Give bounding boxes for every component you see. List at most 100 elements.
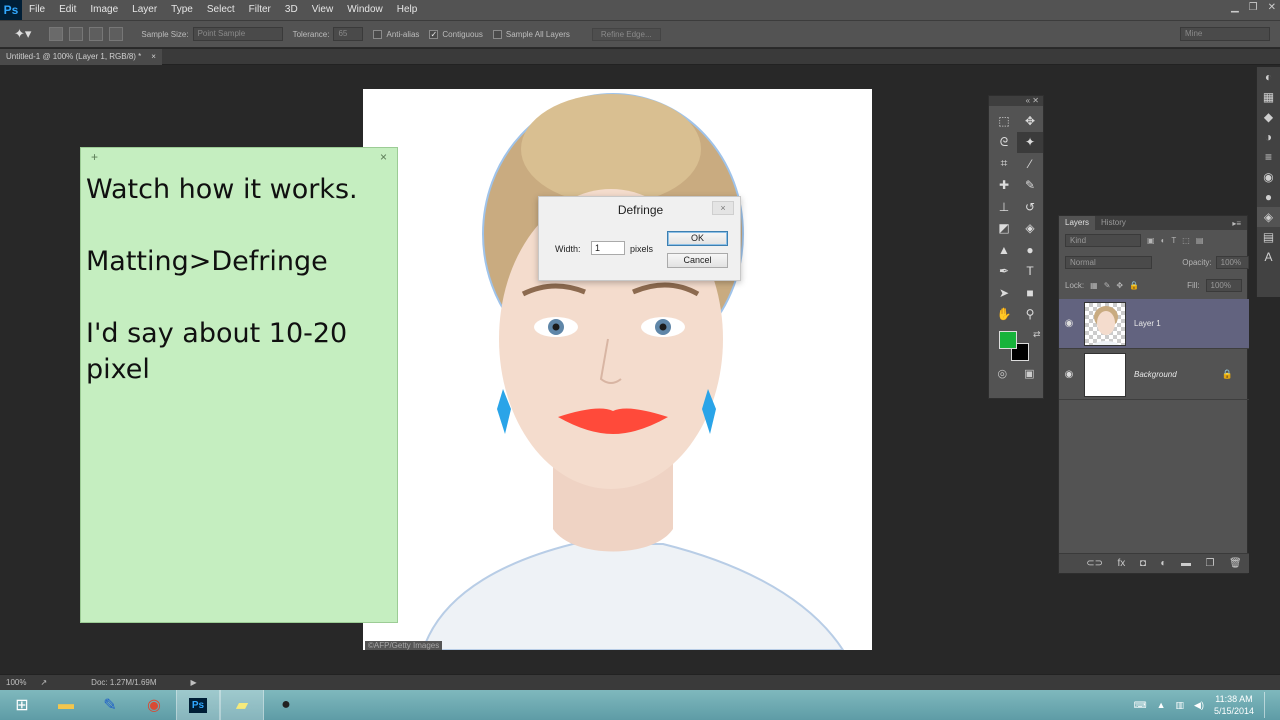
menu-edit[interactable]: Edit bbox=[52, 0, 83, 20]
photoshop-taskbar-icon[interactable]: Ps bbox=[176, 690, 220, 720]
filter-shape-icon[interactable]: ⬚ bbox=[1182, 236, 1190, 245]
obs-icon[interactable]: ● bbox=[264, 690, 308, 720]
brush-tool-icon[interactable]: ✎ bbox=[1017, 175, 1043, 197]
lock-image-icon[interactable]: ✎ bbox=[1104, 281, 1111, 290]
zoom-tool-icon[interactable]: ⚲ bbox=[1017, 304, 1043, 326]
tab-layers[interactable]: Layers bbox=[1059, 216, 1096, 230]
filter-pixel-icon[interactable]: ▣ bbox=[1147, 236, 1155, 245]
export-icon[interactable]: ↗ bbox=[40, 678, 47, 687]
image-canvas[interactable]: ©AFP/Getty Images bbox=[363, 89, 872, 650]
cancel-button[interactable]: Cancel bbox=[667, 253, 728, 268]
refine-edge-button[interactable]: Refine Edge... bbox=[591, 27, 661, 41]
layer-name[interactable]: Background bbox=[1134, 370, 1177, 379]
link-layers-icon[interactable]: ⊂⊃ bbox=[1086, 558, 1103, 569]
add-mask-icon[interactable]: ◘ bbox=[1140, 558, 1146, 569]
filter-adjustment-icon[interactable]: ◐ bbox=[1161, 236, 1166, 245]
sticky-notes-icon[interactable]: ▰ bbox=[220, 690, 264, 720]
lock-transparent-icon[interactable]: ▦ bbox=[1090, 281, 1098, 290]
magic-wand-tool-preset-icon[interactable]: ✦▾ bbox=[14, 26, 31, 42]
layer-name[interactable]: Layer 1 bbox=[1134, 319, 1161, 328]
screen-mode-icon[interactable]: ▣ bbox=[1024, 367, 1034, 380]
anti-alias-checkbox[interactable] bbox=[373, 29, 383, 39]
paint-bucket-tool-icon[interactable]: ◈ bbox=[1017, 218, 1043, 240]
clock[interactable]: 11:38 AM 5/15/2014 bbox=[1214, 693, 1254, 717]
sticky-add-icon[interactable]: + bbox=[91, 150, 98, 164]
sticky-note[interactable]: + × Watch how it works. Matting>Defringe… bbox=[80, 147, 398, 623]
menu-view[interactable]: View bbox=[305, 0, 341, 20]
status-menu-arrow-icon[interactable]: ▶ bbox=[191, 678, 197, 687]
zoom-level[interactable]: 100% bbox=[6, 678, 26, 687]
menu-layer[interactable]: Layer bbox=[125, 0, 164, 20]
adjustments-panel-icon[interactable]: ◑ bbox=[1257, 127, 1280, 147]
properties-panel-icon[interactable]: ≡ bbox=[1257, 147, 1280, 167]
new-selection-icon[interactable] bbox=[49, 27, 64, 41]
menu-file[interactable]: File bbox=[22, 0, 52, 20]
dialog-close-icon[interactable]: × bbox=[712, 201, 734, 215]
start-button-windows-icon[interactable]: ⊞ bbox=[0, 690, 44, 720]
navigator-panel-icon[interactable]: ◉ bbox=[1257, 167, 1280, 187]
menu-filter[interactable]: Filter bbox=[242, 0, 278, 20]
color-swatches[interactable]: ⇄ bbox=[989, 329, 1043, 367]
swatches-panel-icon[interactable]: ▦ bbox=[1257, 87, 1280, 107]
quick-mask-icon[interactable]: ◎ bbox=[997, 367, 1007, 380]
eraser-tool-icon[interactable]: ◩ bbox=[991, 218, 1017, 240]
panel-close-icon[interactable]: ✕ bbox=[1032, 96, 1039, 105]
sample-size-select[interactable]: Point Sample bbox=[192, 27, 283, 41]
info-panel-icon[interactable]: ● bbox=[1257, 187, 1280, 207]
workspace-select[interactable]: Mine bbox=[1180, 27, 1270, 41]
swap-colors-icon[interactable]: ⇄ bbox=[1033, 329, 1041, 340]
delete-layer-icon[interactable]: 🗑 bbox=[1229, 558, 1242, 569]
restore-icon[interactable]: ❐ bbox=[1249, 2, 1258, 13]
sample-all-layers-checkbox[interactable] bbox=[492, 29, 502, 39]
keyboard-icon[interactable]: ⌨ bbox=[1134, 700, 1147, 711]
file-explorer-icon[interactable]: ▬ bbox=[44, 690, 88, 720]
layer-row-background[interactable]: ◉ Background 🔒 bbox=[1059, 350, 1249, 400]
panel-menu-icon[interactable]: ▸≡ bbox=[1232, 219, 1247, 228]
document-tab-close-icon[interactable]: × bbox=[151, 49, 156, 65]
document-tab[interactable]: Untitled-1 @ 100% (Layer 1, RGB/8) * × bbox=[0, 49, 162, 65]
filter-type-icon[interactable]: T bbox=[1171, 236, 1176, 245]
magic-wand-tool-icon[interactable]: ✦ bbox=[1017, 131, 1043, 153]
layers-panel-icon[interactable]: ◈ bbox=[1257, 207, 1280, 227]
blend-mode-select[interactable]: Normal bbox=[1065, 256, 1153, 269]
styles-panel-icon[interactable]: ◆ bbox=[1257, 107, 1280, 127]
healing-brush-tool-icon[interactable]: ✚ bbox=[991, 175, 1017, 197]
menu-help[interactable]: Help bbox=[390, 0, 425, 20]
chrome-icon[interactable]: ◉ bbox=[132, 690, 176, 720]
opacity-input[interactable]: 100% bbox=[1215, 256, 1249, 269]
path-selection-tool-icon[interactable]: ➤ bbox=[991, 282, 1017, 304]
filter-smart-object-icon[interactable]: ▤ bbox=[1196, 236, 1204, 245]
visibility-eye-icon[interactable]: ◉ bbox=[1059, 369, 1079, 380]
filter-kind-select[interactable]: Kind bbox=[1065, 234, 1141, 247]
character-panel-icon[interactable]: A bbox=[1257, 247, 1280, 267]
intersect-selection-icon[interactable] bbox=[109, 27, 124, 41]
blur-tool-icon[interactable]: ▲ bbox=[991, 239, 1017, 261]
type-tool-icon[interactable]: T bbox=[1017, 261, 1043, 283]
channels-panel-icon[interactable]: ▤ bbox=[1257, 227, 1280, 247]
subtract-from-selection-icon[interactable] bbox=[89, 27, 104, 41]
volume-icon[interactable]: ◀) bbox=[1194, 700, 1204, 711]
eyedropper-tool-icon[interactable]: ⁄ bbox=[1017, 153, 1043, 175]
new-layer-icon[interactable]: ❐ bbox=[1205, 558, 1214, 569]
lasso-tool-icon[interactable]: ᘓ bbox=[991, 132, 1017, 154]
show-desktop-button[interactable] bbox=[1264, 692, 1272, 718]
dodge-tool-icon[interactable]: ● bbox=[1017, 239, 1043, 261]
contiguous-checkbox[interactable]: ✓ bbox=[429, 29, 439, 39]
clone-stamp-tool-icon[interactable]: ⊥ bbox=[991, 196, 1017, 218]
add-to-selection-icon[interactable] bbox=[69, 27, 84, 41]
network-icon[interactable]: ▥ bbox=[1176, 700, 1185, 711]
menu-image[interactable]: Image bbox=[83, 0, 125, 20]
width-input[interactable]: 1 bbox=[591, 241, 625, 255]
tray-expand-icon[interactable]: ▲ bbox=[1157, 700, 1166, 710]
sticky-note-text[interactable]: Watch how it works. Matting>Defringe I'd… bbox=[81, 166, 397, 394]
lock-all-icon[interactable]: 🔒 bbox=[1129, 281, 1139, 290]
tab-history[interactable]: History bbox=[1095, 216, 1132, 230]
minimize-icon[interactable]: ▁ bbox=[1231, 2, 1239, 13]
ok-button[interactable]: OK bbox=[667, 231, 728, 246]
visibility-eye-icon[interactable]: ◉ bbox=[1059, 318, 1079, 329]
collapse-icon[interactable]: « bbox=[1026, 96, 1030, 105]
menu-type[interactable]: Type bbox=[164, 0, 200, 20]
close-icon[interactable]: ✕ bbox=[1268, 2, 1276, 13]
hand-tool-icon[interactable]: ✋ bbox=[991, 304, 1017, 326]
adjustment-layer-icon[interactable]: ◐ bbox=[1160, 558, 1166, 569]
